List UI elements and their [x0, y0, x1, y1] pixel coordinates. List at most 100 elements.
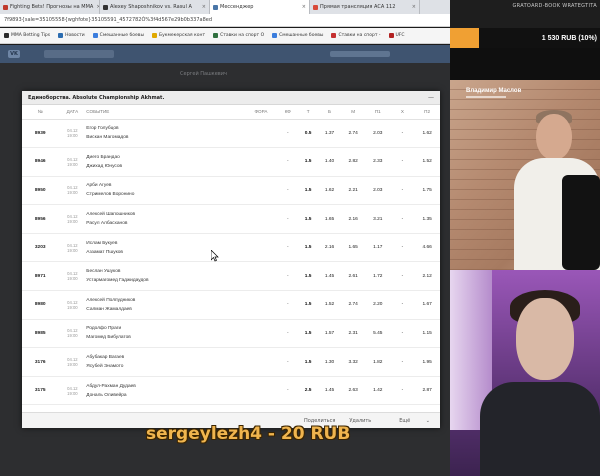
tab-close-icon[interactable]: × — [409, 4, 416, 10]
odds-cell-kf[interactable]: - — [277, 261, 299, 292]
odds-cell-p2[interactable]: 4.66 — [414, 233, 440, 263]
odds-cell-b[interactable]: 1.52 — [317, 290, 342, 320]
column-header[interactable]: М — [341, 105, 365, 120]
table-row[interactable]: 8946 04.12 19:00 Диего Брандао Джихад Юнусов… — [22, 147, 440, 177]
odds-cell-x[interactable]: - — [390, 147, 415, 177]
bookmark-item[interactable]: Новости — [58, 33, 85, 38]
table-row[interactable]: 3175 04.12 19:00 Абдул-Рахман Дудаев Дональ … — [22, 376, 440, 406]
odds-cell-m[interactable]: 2.74 — [341, 290, 365, 320]
odds-cell-kf[interactable]: - — [277, 290, 299, 320]
odds-cell-x[interactable]: - — [390, 319, 415, 349]
odds-cell-b[interactable]: 2.16 — [317, 233, 342, 263]
vk-search-input[interactable] — [44, 50, 114, 58]
odds-cell-b[interactable]: 1.45 — [317, 376, 342, 406]
odds-cell-t[interactable]: 2.5 — [298, 376, 318, 406]
odds-cell-m[interactable]: 2.16 — [341, 204, 365, 234]
odds-cell-t[interactable]: 1.5 — [298, 176, 318, 206]
odds-cell-p1[interactable]: 1.17 — [364, 233, 391, 263]
odds-cell-t[interactable]: 1.5 — [298, 347, 318, 377]
column-header[interactable]: СОБЫТИЕ — [86, 105, 245, 120]
table-row[interactable]: 3203 04.12 19:00 Ислам Букуев Аззамат Пшуков… — [22, 233, 440, 263]
odds-cell-kf[interactable]: - — [277, 376, 299, 406]
odds-cell-kf[interactable]: - — [277, 204, 299, 234]
odds-cell-kf[interactable]: - — [277, 119, 299, 149]
table-row[interactable]: 8980 04.12 19:00 Алексей Полпудников Салман … — [22, 290, 440, 320]
odds-cell-kf[interactable]: - — [277, 347, 299, 377]
column-header[interactable]: Т — [298, 105, 318, 120]
odds-cell-kf[interactable]: - — [277, 319, 299, 349]
more-button[interactable]: Ещё ⌄ — [385, 418, 430, 424]
odds-cell-x[interactable]: - — [390, 233, 415, 263]
odds-cell-p2[interactable]: 1.52 — [414, 147, 440, 177]
odds-cell-m[interactable]: 3.32 — [341, 347, 365, 377]
odds-cell-t[interactable]: 1.5 — [298, 233, 318, 263]
table-row[interactable]: 8956 04.12 19:00 Алексей Шапошников Расул Ал… — [22, 204, 440, 234]
odds-cell-t[interactable]: 1.5 — [298, 147, 318, 177]
odds-cell-p2[interactable]: 1.35 — [414, 204, 440, 234]
odds-cell-t[interactable]: 1.5 — [298, 290, 318, 320]
odds-cell-x[interactable]: - — [390, 119, 415, 149]
share-button[interactable]: Поделиться — [304, 418, 335, 424]
odds-cell-p2[interactable]: 1.62 — [414, 119, 440, 149]
odds-cell-x[interactable]: - — [390, 204, 415, 234]
odds-cell-p1[interactable]: 5.45 — [364, 319, 391, 349]
odds-cell-kf[interactable]: - — [277, 233, 299, 263]
odds-cell-x[interactable]: - — [390, 290, 415, 320]
browser-tab[interactable]: Прямая трансляция ACA 112 × — [310, 0, 420, 14]
column-header[interactable]: Х — [390, 105, 415, 120]
odds-cell-x[interactable]: - — [390, 261, 415, 292]
bookmark-item[interactable]: MMA Betting Tips — [4, 33, 50, 38]
bookmark-item[interactable]: Ставки на спорт О — [213, 33, 264, 38]
tab-close-icon[interactable]: × — [299, 4, 306, 10]
odds-cell-x[interactable]: - — [390, 347, 415, 377]
address-bar[interactable]: 7f9893{sale=35105558{wghfote}35105591_45… — [0, 14, 450, 27]
odds-cell-t[interactable]: 0.5 — [298, 119, 318, 149]
vk-user-menu[interactable] — [330, 51, 390, 57]
bookmark-item[interactable]: Букмекерская конт — [152, 33, 205, 38]
odds-cell-p1[interactable]: 2.20 — [364, 290, 391, 320]
odds-cell-t[interactable]: 1.5 — [298, 319, 318, 349]
odds-cell-p1[interactable]: 1.42 — [364, 376, 391, 406]
bookmark-item[interactable]: UFC — [388, 33, 405, 38]
column-header[interactable]: ДАТА — [58, 105, 87, 120]
bookmark-item[interactable]: Смешанные боевы — [92, 33, 144, 38]
column-header[interactable]: Б — [317, 105, 342, 120]
odds-cell-p1[interactable]: 2.03 — [364, 119, 391, 149]
odds-cell-m[interactable]: 2.21 — [341, 176, 365, 206]
odds-cell-b[interactable]: 1.57 — [317, 319, 342, 349]
odds-cell-m[interactable]: 2.61 — [341, 261, 365, 292]
odds-cell-p2[interactable]: 1.95 — [414, 347, 440, 377]
odds-cell-p2[interactable]: 2.87 — [414, 376, 440, 406]
tab-close-icon[interactable]: × — [199, 4, 206, 10]
browser-tab[interactable]: Fighting Bets! Прогнозы на ММА× — [0, 0, 100, 14]
odds-cell-b[interactable]: 1.37 — [317, 119, 342, 149]
odds-cell-p1[interactable]: 1.82 — [364, 347, 391, 377]
odds-cell-b[interactable]: 1.45 — [317, 261, 342, 292]
column-header[interactable]: П2 — [414, 105, 440, 120]
odds-cell-kf[interactable]: - — [277, 147, 299, 177]
bookmark-item[interactable]: Ставки на спорт - — [331, 33, 381, 38]
odds-cell-x[interactable]: - — [390, 176, 415, 206]
delete-button[interactable]: Удалить — [349, 418, 371, 424]
odds-cell-kf[interactable]: - — [277, 176, 299, 206]
column-header[interactable]: ФОРА — [244, 105, 278, 120]
odds-cell-p1[interactable]: 2.33 — [364, 147, 391, 177]
odds-cell-b[interactable]: 1.62 — [317, 176, 342, 206]
tab-close-icon[interactable]: × — [93, 4, 99, 10]
vk-logo[interactable]: VK — [8, 50, 20, 58]
odds-cell-x[interactable]: - — [390, 376, 415, 406]
table-row[interactable]: 8950 04.12 19:00 Арби Агуев Стримелов Ворони… — [22, 176, 440, 206]
browser-tab[interactable]: Alexey Shaposhnikov vs. Rasul A × — [100, 0, 210, 14]
minimize-icon[interactable]: — — [428, 94, 434, 101]
table-row[interactable]: 8971 04.12 19:00 Беслан Ушуков Устармагомед … — [22, 261, 440, 292]
table-row[interactable]: 8939 04.12 19:00 Егор Голубцов Вискан Магома… — [22, 119, 440, 149]
odds-cell-p1[interactable]: 2.03 — [364, 176, 391, 206]
odds-cell-b[interactable]: 1.65 — [317, 204, 342, 234]
table-row[interactable]: 8985 04.12 19:00 Родолфо Праги Магомед Бибул… — [22, 319, 440, 349]
table-row[interactable]: 3176 04.12 19:00 Абубакар Вагаев Ясубей Энам… — [22, 347, 440, 377]
odds-cell-m[interactable]: 2.31 — [341, 319, 365, 349]
browser-tab[interactable]: Мессенджер × — [210, 0, 310, 14]
odds-cell-b[interactable]: 1.30 — [317, 347, 342, 377]
odds-cell-m[interactable]: 2.74 — [341, 119, 365, 149]
column-header[interactable]: П1 — [364, 105, 391, 120]
